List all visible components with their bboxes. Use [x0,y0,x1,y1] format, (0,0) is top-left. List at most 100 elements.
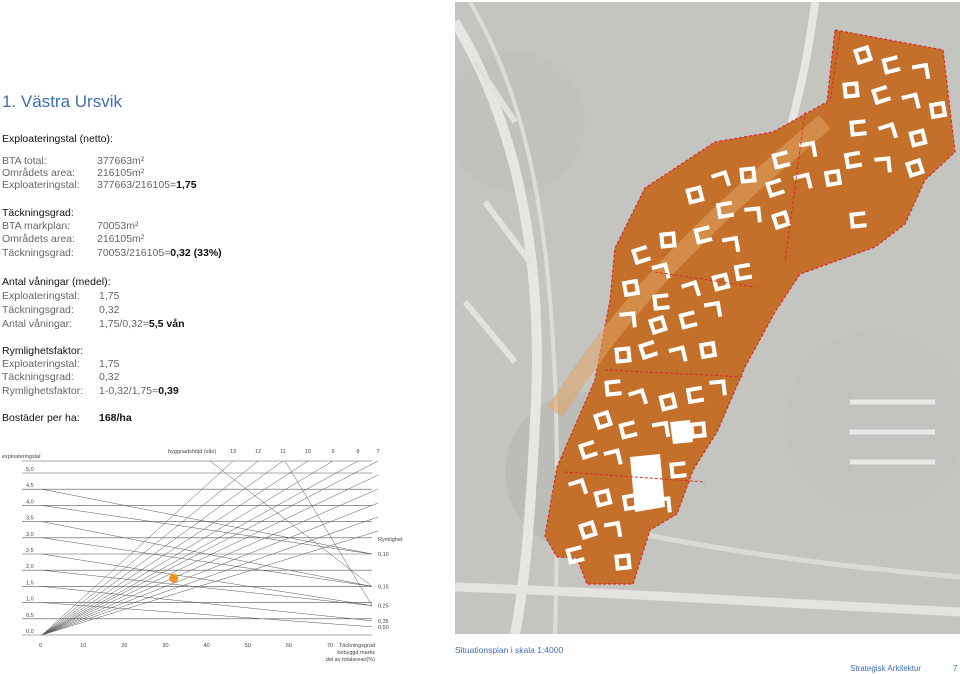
tack-heading: Täckningsgrad: [2,207,74,219]
expl-row-tal: Exploateringstal: 377663/216105=1,75 [2,179,197,191]
bostader-value: 168/ha [99,412,132,424]
rym-expl-value: 1,75 [99,358,120,370]
expl-area-value: 216105m² [97,167,145,179]
x-tick-label: 70 [327,643,333,649]
floors-ray [41,502,379,636]
expl-heading: Exploateringstal (netto): [2,133,113,145]
aerial-photo [455,2,960,634]
rym-expl-label: Exploateringstal: [2,358,80,370]
rym-tack-label: Täckningsgrad: [2,371,74,383]
rymlighet-tick-label: 0,50 [378,625,389,631]
y-tick-label: 0,0 [26,629,34,635]
rym-faktor-value: 1-0,32/1,75= [99,385,159,397]
floors-label: byggnadshöjd (vån) [168,448,216,455]
floors-ray [41,460,359,636]
x-tick-label: 40 [204,643,210,649]
data-point-marker [169,573,179,583]
x-tick-label: 10 [80,643,86,649]
floors-ray [41,460,284,636]
map-caption: Situationsplan i skala 1:4000 [455,645,564,655]
rymlighet-ray [41,537,373,587]
floors-tick-label: 9 [331,449,334,455]
expl-bta-label: BTA total: [2,155,47,167]
van-heading: Antal våningar (medel): [2,276,111,288]
rymlighet-tick-label: 0,10 [378,552,389,558]
x-tick-label: 20 [121,643,127,649]
page-number: 7 [953,664,958,673]
van-tack-label: Täckningsgrad: [2,304,74,316]
rymlighet-label: Rymlighet [378,537,403,543]
y-tick-label: 3,5 [26,516,34,522]
y-tick-label: 4,0 [26,499,34,505]
rym-heading: Rymlighetsfaktor: [2,345,84,357]
tack-grad-result: 0,32 (33%) [170,247,222,259]
y-tick-label: 3,0 [26,532,34,538]
y-tick-label: 0,5 [26,613,34,619]
van-expl-value: 1,75 [99,290,120,302]
rym-row-tack: Täckningsgrad: 0,32 [2,371,119,383]
page-title: 1. Västra Ursvik [2,92,122,111]
y-tick-label: 5,0 [26,467,34,473]
floors-tick-label: 10 [305,449,311,455]
floors-tick-label: 11 [280,449,286,455]
tack-bta-value: 70053m² [97,220,139,232]
expl-bta-value: 377663m² [97,155,145,167]
van-row-tack: Täckningsgrad: 0,32 [2,304,119,316]
floors-ray [41,460,379,636]
x-tick-label: 60 [286,643,292,649]
van-antal-label: Antal våningar: [2,318,73,330]
van-expl-label: Exploateringstal: [2,290,80,302]
x-tick-label: 0 [39,643,42,649]
van-row-antal: Antal våningar: 1,75/0,32=5,5 vån [2,318,185,330]
tack-bta-label: BTA markplan: [2,220,71,232]
rymlighet-tick-label: 0,15 [378,584,389,590]
tack-area-label: Områdets area: [2,233,75,245]
tack-area-value: 216105m² [97,233,145,245]
tack-row-grad: Täckningsgrad: 70053/216105=0,32 (33%) [2,247,222,259]
y-axis-label: exploateringstal [2,454,41,460]
floors-ray [41,460,259,636]
rym-faktor-result: 0,39 [158,385,179,397]
expl-row-bta: BTA total: 377663m² [2,155,144,167]
rym-faktor-label: Rymlighetsfaktor: [2,385,84,397]
rym-row-expl: Exploateringstal: 1,75 [2,358,119,370]
expl-tal-label: Exploateringstal: [2,179,80,191]
rymlighet-ray [284,460,373,606]
rymlighet-tick-label: 0,25 [378,604,389,610]
rymlighet-ray [41,553,373,606]
tack-row-bta: BTA markplan: 70053m² [2,220,138,232]
van-antal-value: 1,75/0,32= [99,318,149,330]
rymlighet-ray [41,602,373,628]
expl-tal-value: 377663/216105= [97,179,177,191]
y-tick-label: 2,5 [26,548,34,554]
expl-area-label: Områdets area: [2,167,75,179]
floors-tick-label: 8 [356,449,359,455]
x-axis-label: Täckningsgrad [339,643,375,649]
tack-grad-label: Täckningsgrad: [2,247,74,259]
footer-firm: Strategisk Arkitektur [850,664,922,673]
rymlighet-ray [41,569,373,606]
rym-row-faktor: Rymlighetsfaktor: 1-0,32/1,75=0,39 [2,385,179,397]
rymlighet-ray [41,505,373,555]
floors-tick-label: 7 [376,449,379,455]
y-tick-label: 1,5 [26,580,34,586]
floors-ray [41,460,309,636]
density-chart: 5,0 4,5 4,0 3,5 3,0 2,5 2,0 1,5 1,0 0,5 0,0 exploat… [2,448,403,663]
van-tack-value: 0,32 [99,304,120,316]
x-axis-label: bebyggd marks [337,650,375,656]
tack-row-area: Områdets area: 216105m² [2,233,144,245]
x-tick-label: 50 [245,643,251,649]
rym-tack-value: 0,32 [99,371,120,383]
expl-row-area: Områdets area: 216105m² [2,167,144,179]
site-plan-map [455,2,960,634]
bostader-label: Bostäder per ha: [2,412,80,424]
van-row-expl: Exploateringstal: 1,75 [2,290,119,302]
y-tick-label: 1,0 [26,597,34,603]
x-axis-label: del av totalarean(%) [326,657,375,663]
x-tick-label: 30 [162,643,168,649]
van-antal-result: 5,5 vån [148,318,185,330]
expl-tal-result: 1,75 [176,179,197,191]
floors-ray [41,530,379,636]
y-tick-label: 2,0 [26,564,34,570]
y-tick-label: 4,5 [26,483,34,489]
